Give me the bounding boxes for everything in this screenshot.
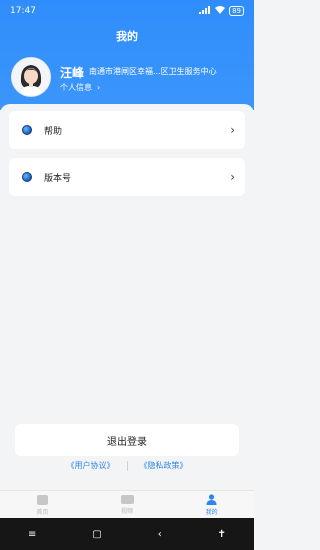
- menu-item-label: 版本号: [44, 173, 72, 184]
- version-icon: [22, 172, 32, 182]
- system-nav-bar: ≡ ▢ ‹ ✝: [0, 518, 254, 550]
- privacy-policy-link[interactable]: 《隐私政策》: [140, 460, 188, 471]
- tab-label: 我的: [205, 509, 218, 516]
- user-icon: [206, 494, 217, 505]
- tab-mine[interactable]: 我的: [169, 491, 254, 519]
- accessibility-icon[interactable]: ✝: [218, 529, 226, 540]
- chevron-right-icon: ›: [230, 170, 235, 184]
- wifi-icon: [215, 5, 226, 17]
- signal-icon: [199, 5, 211, 17]
- menu-item-version[interactable]: 版本号 ›: [9, 158, 245, 196]
- divider: [126, 460, 128, 471]
- status-icons: 89: [199, 5, 244, 17]
- help-icon: [22, 125, 32, 135]
- tab-home[interactable]: 首页: [0, 491, 85, 519]
- avatar-icon: [12, 58, 50, 96]
- status-time: 17:47: [10, 6, 36, 16]
- home-icon: [36, 494, 48, 505]
- legal-links: 《用户协议》 《隐私政策》: [0, 460, 254, 471]
- chevron-right-icon: ›: [97, 83, 101, 92]
- user-name: 汪峰: [60, 66, 85, 80]
- tab-label: 首页: [36, 508, 49, 516]
- menu-item-label: 帮助: [44, 126, 63, 137]
- logout-button[interactable]: 退出登录: [15, 424, 239, 456]
- tab-label: 视频: [121, 508, 134, 515]
- page-title: 我的: [116, 30, 138, 43]
- personal-info-link[interactable]: 个人信息 ›: [60, 82, 100, 93]
- back-icon[interactable]: ‹: [158, 529, 162, 540]
- tab-video[interactable]: 视频: [85, 491, 170, 519]
- chevron-right-icon: ›: [230, 123, 235, 137]
- user-organization: 南通市港闸区幸福...区卫生服务中心: [89, 67, 217, 76]
- menu-icon[interactable]: ≡: [28, 529, 36, 540]
- user-agreement-link[interactable]: 《用户协议》: [67, 460, 115, 471]
- menu-item-help[interactable]: 帮助 ›: [9, 111, 245, 149]
- avatar[interactable]: [11, 57, 51, 97]
- battery-icon: 89: [229, 6, 244, 16]
- home-button-icon[interactable]: ▢: [92, 529, 101, 540]
- video-icon: [120, 495, 134, 504]
- personal-info-label: 个人信息: [60, 83, 92, 92]
- status-bar: 17:47 89: [0, 0, 254, 22]
- tab-bar: 首页 视频 我的: [0, 490, 254, 519]
